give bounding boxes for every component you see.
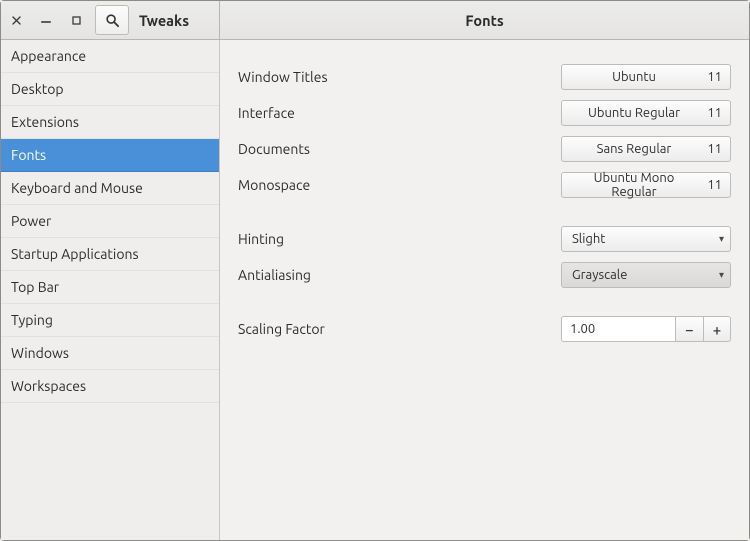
font-size: 11 <box>707 101 722 125</box>
search-icon <box>105 13 120 28</box>
chevron-down-icon: ▾ <box>719 233 724 245</box>
dropdown-antialiasing[interactable]: Grayscale ▾ <box>561 262 731 288</box>
label-antialiasing: Antialiasing <box>238 267 438 283</box>
font-size: 11 <box>707 173 722 197</box>
label-hinting: Hinting <box>238 231 438 247</box>
sidebar-item-startup-applications[interactable]: Startup Applications <box>1 238 219 271</box>
font-button-window-titles[interactable]: Ubuntu 11 <box>561 64 731 90</box>
sidebar: AppearanceDesktopExtensionsFontsKeyboard… <box>1 40 220 540</box>
font-size: 11 <box>707 137 722 161</box>
dropdown-value: Slight <box>572 232 719 246</box>
font-button-documents[interactable]: Sans Regular 11 <box>561 136 731 162</box>
sidebar-item-workspaces[interactable]: Workspaces <box>1 370 219 403</box>
scaling-factor-value[interactable]: 1.00 <box>561 316 675 342</box>
search-button[interactable] <box>95 5 129 35</box>
sidebar-item-appearance[interactable]: Appearance <box>1 40 219 73</box>
font-name: Ubuntu <box>570 70 698 84</box>
scaling-factor-increment[interactable]: + <box>703 316 731 342</box>
app-title: Tweaks <box>139 12 189 29</box>
chevron-down-icon: ▾ <box>719 269 724 281</box>
sidebar-item-fonts[interactable]: Fonts <box>1 139 219 172</box>
font-name: Ubuntu Mono Regular <box>570 171 698 199</box>
headerbar: Tweaks Fonts <box>1 1 749 40</box>
font-name: Ubuntu Regular <box>570 106 698 120</box>
page-title: Fonts <box>465 12 503 29</box>
headerbar-right: Fonts <box>220 1 749 39</box>
spinbox-scaling-factor: 1.00 − + <box>561 316 731 342</box>
sidebar-item-typing[interactable]: Typing <box>1 304 219 337</box>
sidebar-item-desktop[interactable]: Desktop <box>1 73 219 106</box>
label-window-titles: Window Titles <box>238 69 438 85</box>
font-size: 11 <box>707 65 722 89</box>
sidebar-item-top-bar[interactable]: Top Bar <box>1 271 219 304</box>
label-scaling-factor: Scaling Factor <box>238 321 438 337</box>
maximize-button[interactable] <box>63 7 89 33</box>
dropdown-value: Grayscale <box>572 268 719 282</box>
label-monospace: Monospace <box>238 177 438 193</box>
scaling-factor-decrement[interactable]: − <box>675 316 703 342</box>
label-interface: Interface <box>238 105 438 121</box>
content-area: Window Titles Ubuntu 11 Interface Ubuntu… <box>220 40 749 540</box>
headerbar-left: Tweaks <box>1 1 220 39</box>
minimize-button[interactable] <box>33 7 59 33</box>
sidebar-item-power[interactable]: Power <box>1 205 219 238</box>
sidebar-item-keyboard-and-mouse[interactable]: Keyboard and Mouse <box>1 172 219 205</box>
font-button-monospace[interactable]: Ubuntu Mono Regular 11 <box>561 172 731 198</box>
sidebar-item-extensions[interactable]: Extensions <box>1 106 219 139</box>
dropdown-hinting[interactable]: Slight ▾ <box>561 226 731 252</box>
sidebar-item-windows[interactable]: Windows <box>1 337 219 370</box>
font-button-interface[interactable]: Ubuntu Regular 11 <box>561 100 731 126</box>
close-button[interactable] <box>3 7 29 33</box>
font-name: Sans Regular <box>570 142 698 156</box>
label-documents: Documents <box>238 141 438 157</box>
